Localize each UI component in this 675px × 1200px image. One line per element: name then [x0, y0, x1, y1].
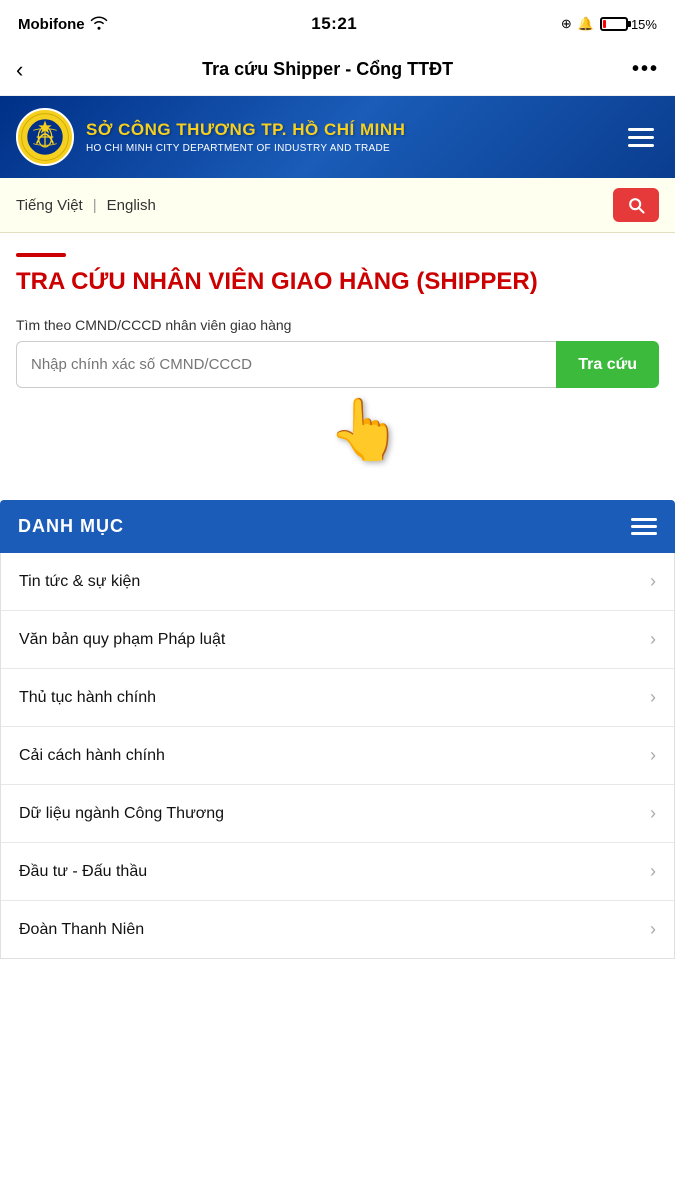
menu-list: Tin tức & sự kiện › Văn bản quy phạm Phá…: [0, 553, 675, 959]
nav-bar: ‹ Tra cứu Shipper - Cổng TTĐT •••: [0, 44, 675, 96]
danh-muc-menu-icon[interactable]: [631, 518, 657, 535]
menu-item[interactable]: Thủ tục hành chính ›: [1, 669, 674, 727]
status-left: Mobifone: [18, 16, 108, 33]
hamburger-line-1: [628, 128, 654, 131]
cursor-overlay: 👆: [16, 404, 659, 484]
search-icon-button[interactable]: [613, 188, 659, 222]
chevron-right-icon: ›: [650, 861, 656, 882]
danh-muc-title: DANH MỤC: [18, 516, 124, 537]
menu-item-label: Cải cách hành chính: [19, 747, 165, 765]
menu-item[interactable]: Văn bản quy phạm Pháp luật ›: [1, 611, 674, 669]
battery-percent: 15%: [631, 17, 657, 32]
wifi-icon: [90, 16, 108, 33]
menu-item-label: Đoàn Thanh Niên: [19, 921, 144, 939]
status-bar: Mobifone 15:21 ⊕ 🔔 15%: [0, 0, 675, 44]
tra-cuu-button[interactable]: Tra cứu: [556, 341, 659, 388]
search-row: Tra cứu: [16, 341, 659, 388]
lang-english-button[interactable]: English: [107, 197, 156, 214]
chevron-right-icon: ›: [650, 803, 656, 824]
hamburger-line-3: [628, 144, 654, 147]
menu-item[interactable]: Cải cách hành chính ›: [1, 727, 674, 785]
status-time: 15:21: [311, 14, 357, 34]
chevron-right-icon: ›: [650, 687, 656, 708]
org-name-viet: SỞ CÔNG THƯƠNG TP. HỒ CHÍ MINH: [86, 120, 405, 140]
hand-cursor-icon: 👆: [328, 394, 403, 465]
chevron-right-icon: ›: [650, 571, 656, 592]
menu-item-label: Đầu tư - Đấu thầu: [19, 863, 147, 881]
menu-item[interactable]: Đoàn Thanh Niên ›: [1, 901, 674, 958]
battery-icon: [600, 17, 628, 31]
menu-item-label: Dữ liệu ngành Công Thương: [19, 805, 224, 823]
menu-line-1: [631, 518, 657, 521]
location-icon: ⊕: [561, 16, 572, 32]
carrier-label: Mobifone: [18, 16, 85, 33]
menu-item[interactable]: Tin tức & sự kiện ›: [1, 553, 674, 611]
main-content: TRA CỨU NHÂN VIÊN GIAO HÀNG (SHIPPER) Tì…: [0, 233, 675, 500]
red-divider: [16, 253, 66, 257]
language-links: Tiếng Việt | English: [16, 197, 156, 214]
hamburger-button[interactable]: [623, 119, 659, 155]
search-label: Tìm theo CMND/CCCD nhân viên giao hàng: [16, 317, 659, 333]
status-right: ⊕ 🔔 15%: [561, 16, 657, 32]
org-logo: [16, 108, 74, 166]
header-logo-area: SỞ CÔNG THƯƠNG TP. HỒ CHÍ MINH HO CHI MI…: [16, 108, 623, 166]
menu-line-2: [631, 525, 657, 528]
danh-muc-header: DANH MỤC: [0, 500, 675, 553]
lang-divider: |: [93, 197, 97, 214]
chevron-right-icon: ›: [650, 629, 656, 650]
menu-item[interactable]: Dữ liệu ngành Công Thương ›: [1, 785, 674, 843]
menu-item-label: Thủ tục hành chính: [19, 689, 156, 707]
org-name-en: HO CHI MINH CITY DEPARTMENT OF INDUSTRY …: [86, 143, 405, 154]
header-text: SỞ CÔNG THƯƠNG TP. HỒ CHÍ MINH HO CHI MI…: [86, 120, 405, 153]
menu-item[interactable]: Đầu tư - Đấu thầu ›: [1, 843, 674, 901]
header-banner: SỞ CÔNG THƯƠNG TP. HỒ CHÍ MINH HO CHI MI…: [0, 96, 675, 178]
danh-muc-section: DANH MỤC Tin tức & sự kiện › Văn bản quy…: [0, 500, 675, 959]
chevron-right-icon: ›: [650, 745, 656, 766]
search-icon: [626, 195, 646, 215]
chevron-right-icon: ›: [650, 919, 656, 940]
cmnd-search-input[interactable]: [16, 341, 556, 388]
alarm-icon: 🔔: [578, 16, 594, 32]
menu-line-3: [631, 532, 657, 535]
nav-title: Tra cứu Shipper - Cổng TTĐT: [31, 59, 624, 80]
back-button[interactable]: ‹: [16, 53, 31, 87]
more-button[interactable]: •••: [624, 54, 659, 85]
menu-item-label: Tin tức & sự kiện: [19, 573, 140, 591]
lang-viet-button[interactable]: Tiếng Việt: [16, 197, 83, 214]
language-bar: Tiếng Việt | English: [0, 178, 675, 233]
hamburger-line-2: [628, 136, 654, 139]
page-title: TRA CỨU NHÂN VIÊN GIAO HÀNG (SHIPPER): [16, 267, 659, 297]
battery-container: 15%: [600, 17, 657, 32]
menu-item-label: Văn bản quy phạm Pháp luật: [19, 631, 225, 649]
